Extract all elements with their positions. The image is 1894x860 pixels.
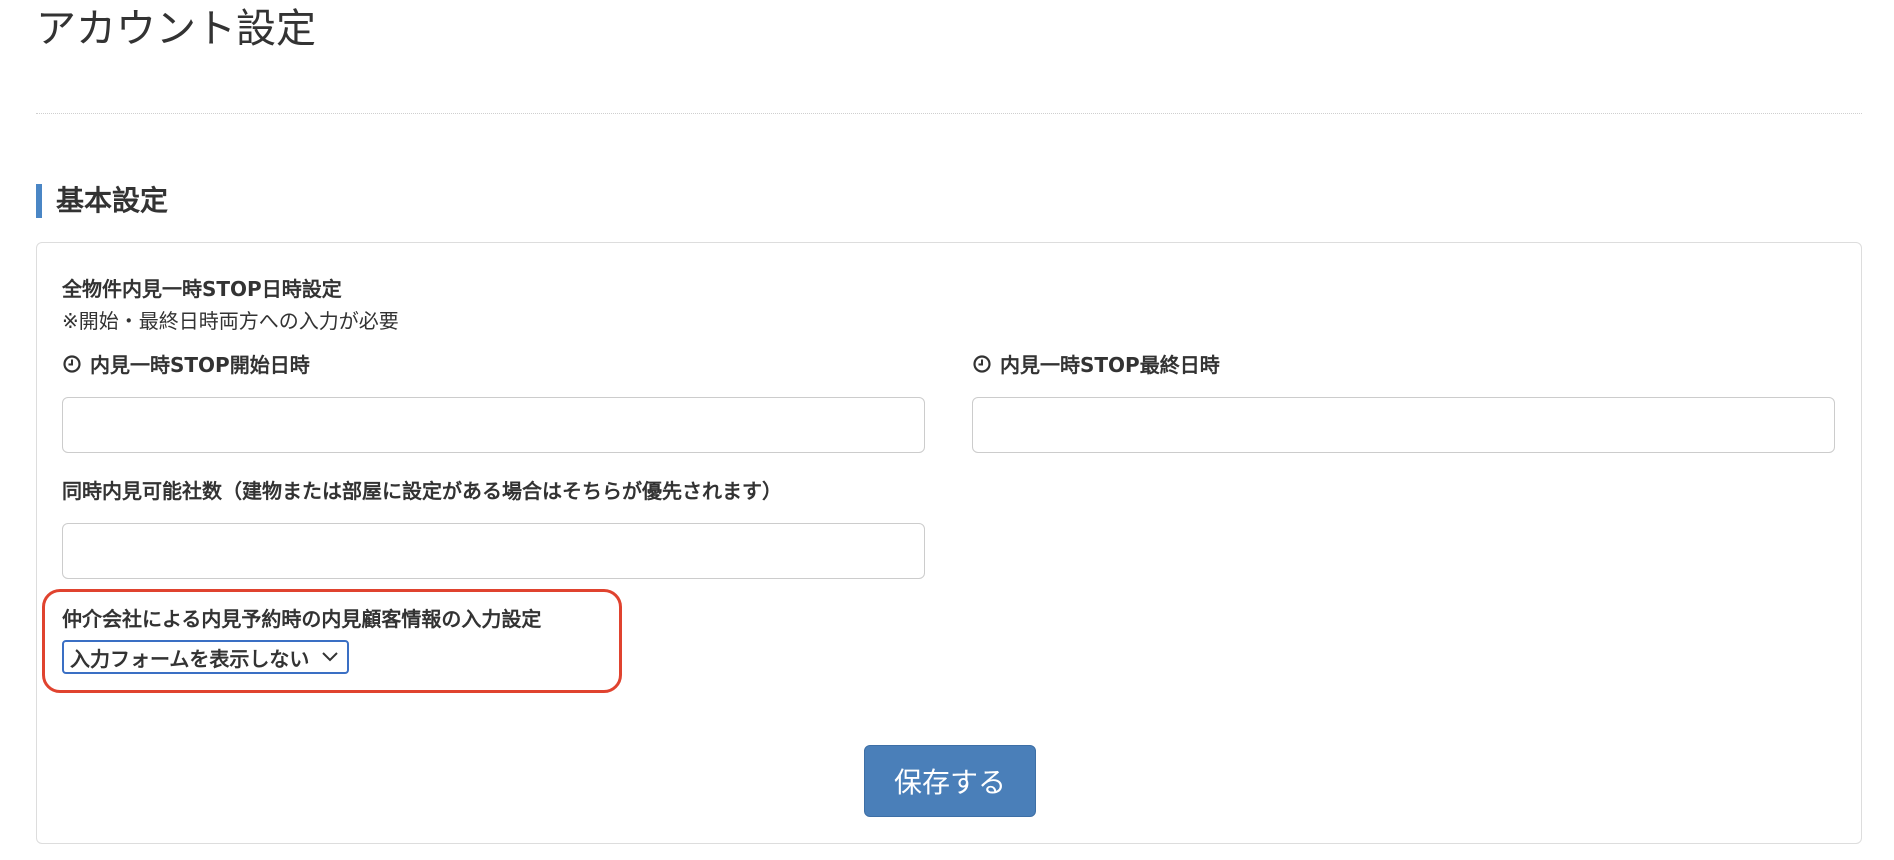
customer-info-setting-label: 仲介会社による内見予約時の内見顧客情報の入力設定 — [62, 607, 542, 631]
start-datetime-input[interactable] — [62, 397, 925, 453]
settings-panel: 全物件内見一時STOP日時設定 ※開始・最終日時両方への入力が必要 内見一時ST… — [36, 242, 1862, 844]
start-datetime-label-text: 内見一時STOP開始日時 — [90, 353, 310, 377]
start-datetime-label: 内見一時STOP開始日時 — [62, 349, 310, 378]
end-datetime-input[interactable] — [972, 397, 1835, 453]
section-heading: 基本設定 — [36, 184, 168, 218]
concurrent-viewings-label: 同時内見可能社数（建物または部屋に設定がある場合はそちらが優先されます） — [62, 479, 782, 503]
customer-info-selected-value: 入力フォームを表示しない — [70, 646, 310, 671]
clock-icon — [973, 354, 991, 373]
end-datetime-label-text: 内見一時STOP最終日時 — [1000, 353, 1220, 377]
concurrent-viewings-input[interactable] — [62, 523, 925, 579]
clock-icon — [63, 354, 81, 373]
end-datetime-label: 内見一時STOP最終日時 — [972, 349, 1220, 378]
stop-period-title: 全物件内見一時STOP日時設定 — [62, 277, 342, 301]
divider — [36, 113, 1862, 114]
page: アカウント設定 基本設定 全物件内見一時STOP日時設定 ※開始・最終日時両方へ… — [0, 0, 1894, 860]
customer-info-select[interactable]: 入力フォームを表示しない — [62, 640, 350, 674]
stop-period-note: ※開始・最終日時両方への入力が必要 — [62, 309, 399, 333]
page-title: アカウント設定 — [36, 6, 316, 52]
chevron-down-icon — [322, 652, 339, 662]
save-button[interactable]: 保存する — [864, 745, 1036, 817]
